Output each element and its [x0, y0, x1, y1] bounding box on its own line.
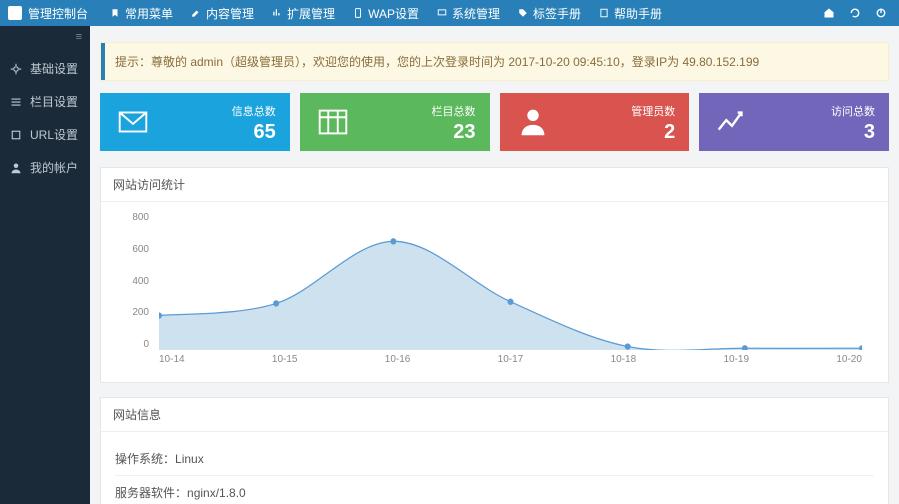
person-icon: [514, 103, 552, 141]
tag-icon: [518, 8, 528, 18]
brand-title: 管理控制台: [28, 5, 88, 22]
chart-point: [507, 299, 513, 305]
topnav-label: 扩展管理: [287, 5, 335, 22]
topnav-item-system[interactable]: 系统管理: [437, 5, 500, 22]
info-value: Linux: [175, 452, 204, 466]
chart: 800 600 400 200 0 10-14 10-15 10-16 10-17 10-18 1…: [115, 212, 874, 372]
user-icon: [10, 162, 22, 174]
stat-label: 信息总数: [232, 103, 276, 119]
stat-value: 65: [232, 121, 276, 144]
stat-label: 访问总数: [831, 103, 875, 119]
chart-xtick: 10-15: [272, 354, 298, 372]
topnav-item-extension[interactable]: 扩展管理: [272, 5, 335, 22]
topnav-item-wap[interactable]: WAP设置: [353, 5, 419, 22]
chart-ytick: 600: [121, 244, 149, 255]
chart-point: [625, 343, 631, 349]
power-icon[interactable]: [875, 7, 887, 19]
panel-title: 网站访问统计: [101, 168, 888, 202]
stat-value: 2: [631, 121, 675, 144]
topnav-label: 帮助手册: [614, 5, 662, 22]
sidebar-label: 我的帐户: [30, 159, 78, 176]
topbar: 管理控制台 常用菜单 内容管理 扩展管理: [0, 0, 899, 26]
chart-ytick: 800: [121, 212, 149, 223]
topnav-label: 系统管理: [452, 5, 500, 22]
chart-ytick: 400: [121, 276, 149, 287]
refresh-icon[interactable]: [849, 7, 861, 19]
menu-icon: ≡: [76, 31, 82, 43]
sidebar-item-basic[interactable]: 基础设置: [0, 52, 90, 85]
lineup-icon: [713, 103, 751, 141]
help-icon: [599, 8, 609, 18]
panel-chart: 网站访问统计 800 600 400 200 0 10-14 10-15 10-16 10-1…: [100, 167, 889, 383]
chart-ytick: 0: [121, 339, 149, 350]
stat-card-visits[interactable]: 访问总数 3: [699, 93, 889, 151]
chart-icon: [272, 8, 282, 18]
main-content: 提示：尊敬的 admin（超级管理员），欢迎您的使用，您的上次登录时间为 201…: [90, 26, 899, 504]
info-label: 操作系统：: [115, 452, 175, 466]
topnav-label: 标签手册: [533, 5, 581, 22]
stat-value: 23: [432, 121, 476, 144]
topnav-label: 内容管理: [206, 5, 254, 22]
chart-point: [273, 300, 279, 306]
topnav-label: 常用菜单: [125, 5, 173, 22]
brand[interactable]: 管理控制台: [0, 5, 96, 22]
chart-xtick: 10-19: [723, 354, 749, 372]
sidebar-label: URL设置: [30, 126, 78, 143]
sidebar: ≡ 基础设置 栏目设置 URL设置: [0, 26, 90, 504]
sidebar-item-url[interactable]: URL设置: [0, 118, 90, 151]
chart-area-fill: [159, 241, 862, 350]
mail-icon: [114, 103, 152, 141]
sidebar-item-column[interactable]: 栏目设置: [0, 85, 90, 118]
notice-banner: 提示：尊敬的 admin（超级管理员），欢迎您的使用，您的上次登录时间为 201…: [100, 42, 889, 81]
chart-xtick: 10-20: [836, 354, 862, 372]
gear-icon: [10, 63, 22, 75]
sidebar-toggle[interactable]: ≡: [0, 26, 90, 48]
chart-xtick: 10-17: [498, 354, 524, 372]
topnav-item-tag[interactable]: 标签手册: [518, 5, 581, 22]
top-nav: 常用菜单 内容管理 扩展管理 WAP设置: [110, 5, 662, 22]
notice-accent: [101, 43, 105, 80]
sidebar-item-account[interactable]: 我的帐户: [0, 151, 90, 184]
screen-icon: [437, 8, 447, 18]
list-icon: [10, 96, 22, 108]
notice-text: 提示：尊敬的 admin（超级管理员），欢迎您的使用，您的上次登录时间为 201…: [115, 53, 759, 70]
grid-icon: [314, 103, 352, 141]
panel-siteinfo: 网站信息 操作系统：Linux服务器软件：nginx/1.8.0MySQL 版本…: [100, 397, 889, 504]
stat-card-messages[interactable]: 信息总数 65: [100, 93, 290, 151]
topnav-label: WAP设置: [368, 5, 419, 22]
chart-xtick: 10-16: [385, 354, 411, 372]
info-label: 服务器软件：: [115, 486, 187, 500]
stat-card-admins[interactable]: 管理员数 2: [500, 93, 690, 151]
chart-point: [859, 345, 862, 350]
stat-label: 管理员数: [631, 103, 675, 119]
brand-icon: [8, 6, 22, 20]
info-value: nginx/1.8.0: [187, 486, 246, 500]
info-row: 操作系统：Linux: [115, 442, 874, 476]
stat-value: 3: [831, 121, 875, 144]
topnav-item-help[interactable]: 帮助手册: [599, 5, 662, 22]
stat-label: 栏目总数: [432, 103, 476, 119]
edit-icon: [191, 8, 201, 18]
sidebar-label: 栏目设置: [30, 93, 78, 110]
chart-xtick: 10-14: [159, 354, 185, 372]
chart-xtick: 10-18: [611, 354, 637, 372]
topbar-right: [823, 7, 899, 19]
stats-row: 信息总数 65 栏目总数 23 管理员数 2: [100, 93, 889, 151]
chart-point: [390, 238, 396, 244]
mobile-icon: [353, 8, 363, 18]
chart-ytick: 200: [121, 307, 149, 318]
link-icon: [10, 129, 22, 141]
stat-card-columns[interactable]: 栏目总数 23: [300, 93, 490, 151]
bookmark-icon: [110, 8, 120, 18]
topnav-item-content[interactable]: 内容管理: [191, 5, 254, 22]
panel-title: 网站信息: [101, 398, 888, 432]
topnav-item-common[interactable]: 常用菜单: [110, 5, 173, 22]
info-row: 服务器软件：nginx/1.8.0: [115, 476, 874, 504]
home-icon[interactable]: [823, 7, 835, 19]
chart-point: [742, 345, 748, 350]
sidebar-label: 基础设置: [30, 60, 78, 77]
